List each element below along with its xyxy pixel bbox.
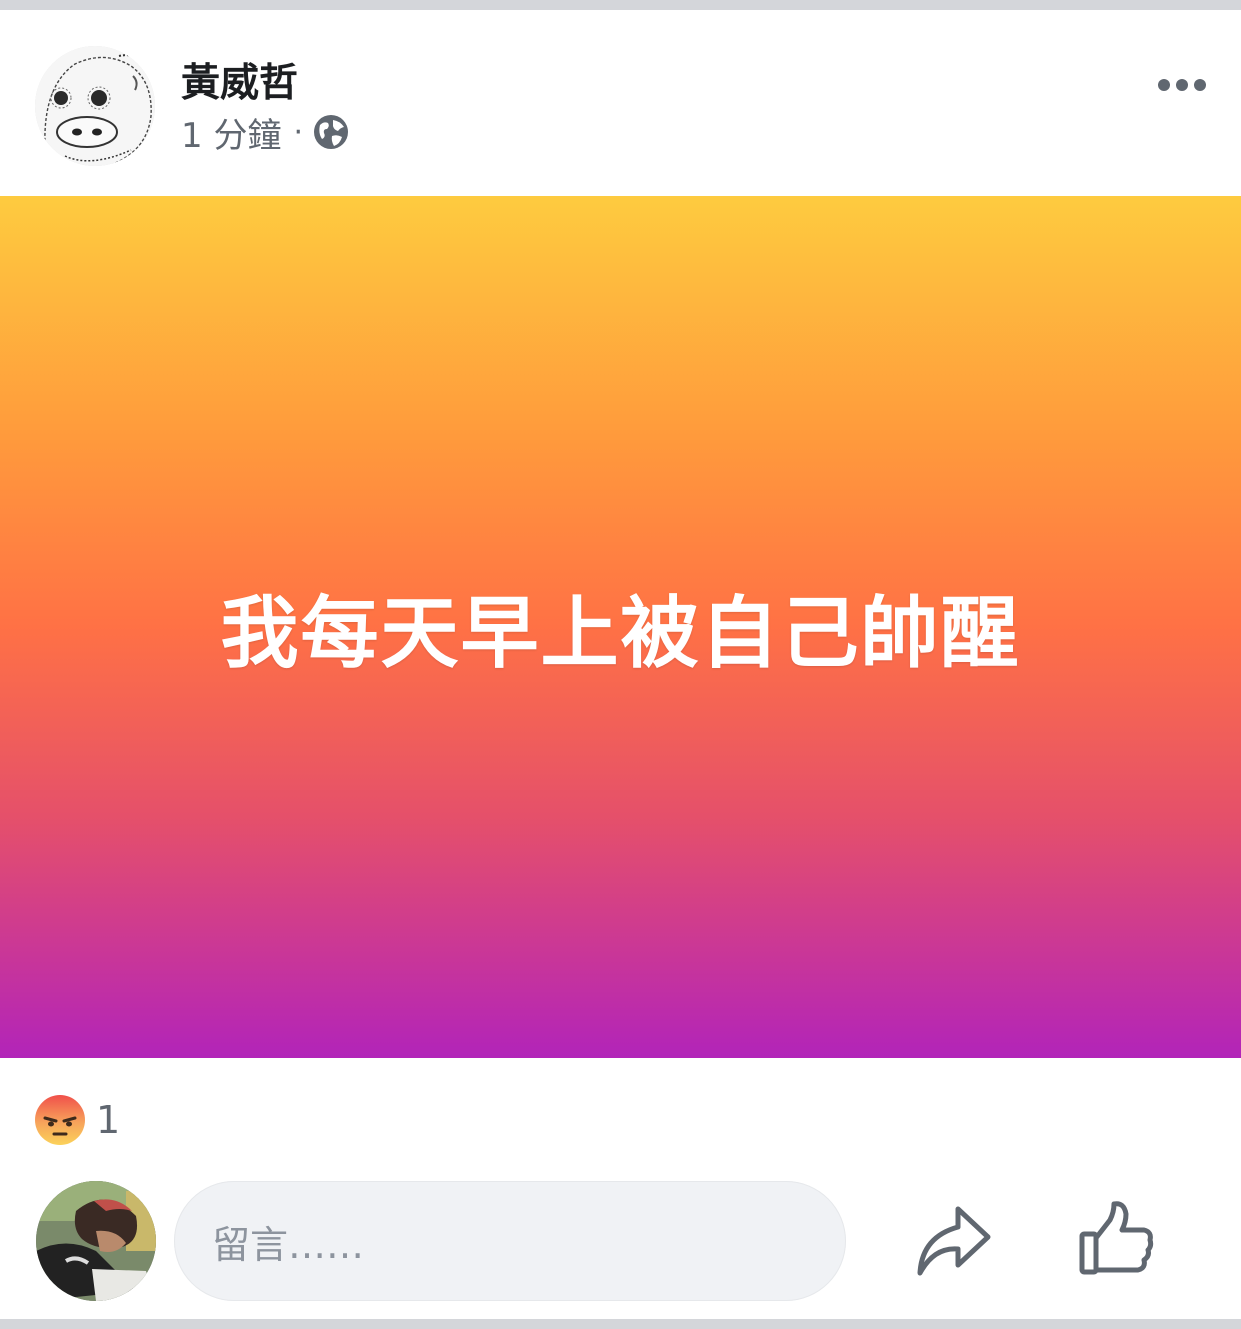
reaction-count: 1: [96, 1098, 121, 1142]
current-user-avatar[interactable]: [36, 1181, 156, 1301]
comment-input[interactable]: 留言……: [174, 1181, 846, 1301]
post-time[interactable]: 1 分鐘: [181, 108, 281, 157]
angry-reaction-icon: [34, 1094, 86, 1146]
bottom-divider: [0, 1319, 1241, 1329]
meta-separator: ·: [293, 114, 303, 150]
post-text: 我每天早上被自己帥醒: [220, 589, 1021, 679]
pig-sketch-avatar-image: [35, 46, 155, 166]
top-divider: [0, 0, 1241, 10]
author-avatar[interactable]: [35, 46, 155, 166]
post-header: 黃威哲 1 分鐘 ·: [0, 10, 1241, 196]
author-name[interactable]: 黃威哲: [181, 52, 298, 108]
user-photo-image: [36, 1181, 156, 1301]
post-meta: 1 分鐘 ·: [181, 108, 349, 157]
globe-icon[interactable]: [313, 114, 349, 150]
thumbs-up-icon[interactable]: [1074, 1200, 1156, 1282]
post-background: 我每天早上被自己帥醒: [0, 196, 1241, 1058]
comment-placeholder: 留言……: [212, 1222, 365, 1267]
share-arrow-icon[interactable]: [912, 1203, 994, 1279]
reaction-summary[interactable]: 1: [34, 1094, 120, 1146]
more-options-icon[interactable]: [1152, 70, 1212, 100]
